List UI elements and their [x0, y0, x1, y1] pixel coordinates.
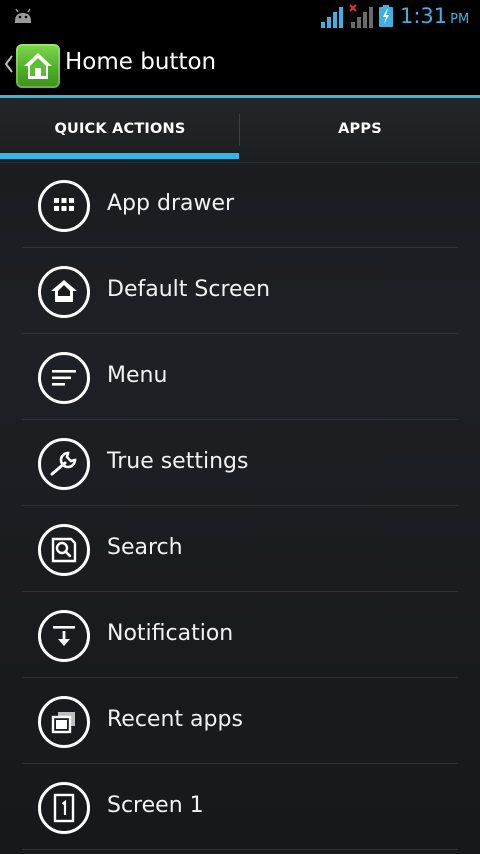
screen: 1:31 PM Home button QUICK ACTIONS APPS A…: [0, 0, 480, 854]
list-item-label: Default Screen: [107, 277, 271, 302]
quick-actions-list: App drawer Default Screen Menu True sett…: [0, 163, 480, 851]
list-item-notification[interactable]: Notification: [0, 593, 480, 679]
battery-charging-icon: [379, 5, 393, 27]
list-item-label: Menu: [107, 363, 168, 388]
list-divider: [22, 505, 458, 506]
tab-selected-indicator: [0, 153, 239, 159]
tab-quick-actions-label: QUICK ACTIONS: [54, 121, 186, 137]
list-divider: [22, 247, 458, 248]
page-title: Home button: [65, 49, 217, 75]
tab-apps[interactable]: APPS: [240, 98, 480, 162]
list-item-label: Recent apps: [107, 707, 243, 732]
app-drawer-icon: [38, 180, 90, 232]
list-divider: [22, 419, 458, 420]
up-button[interactable]: Home button: [0, 33, 216, 95]
list-item-label: Search: [107, 535, 183, 560]
list-divider: [22, 677, 458, 678]
wrench-icon: [38, 438, 90, 490]
list-item-label: Screen 1: [107, 793, 204, 818]
list-item-app-drawer[interactable]: App drawer: [0, 163, 480, 249]
status-time: 1:31 PM: [400, 4, 469, 28]
list-item-default-screen[interactable]: Default Screen: [0, 249, 480, 335]
list-item-search[interactable]: Search: [0, 507, 480, 593]
menu-icon: [38, 352, 90, 404]
notification-icon: [38, 610, 90, 662]
list-item-screen-1[interactable]: Screen 1: [0, 765, 480, 851]
signal-icon: [321, 7, 343, 28]
tab-bar: QUICK ACTIONS APPS: [0, 98, 480, 163]
list-item-true-settings[interactable]: True settings: [0, 421, 480, 507]
status-time-value: 1:31: [400, 4, 448, 28]
recent-apps-icon: [38, 696, 90, 748]
android-icon: [15, 8, 31, 23]
list-item-menu[interactable]: Menu: [0, 335, 480, 421]
list-divider: [22, 849, 458, 850]
list-item-label: Notification: [107, 621, 234, 646]
signal-no-data-icon: [349, 4, 373, 28]
up-chevron-icon: [4, 55, 13, 73]
search-icon: [38, 524, 90, 576]
list-item-recent-apps[interactable]: Recent apps: [0, 679, 480, 765]
list-divider: [22, 763, 458, 764]
list-item-label: App drawer: [107, 191, 235, 216]
status-time-ampm: PM: [450, 12, 470, 27]
list-item-label: True settings: [107, 449, 249, 474]
list-divider: [22, 333, 458, 334]
status-bar: 1:31 PM: [0, 0, 480, 33]
home-icon: [38, 266, 90, 318]
home-app-icon: [16, 44, 60, 88]
action-bar: Home button: [0, 33, 480, 95]
tab-apps-label: APPS: [338, 121, 382, 137]
screen-icon: [38, 782, 90, 834]
list-divider: [22, 591, 458, 592]
